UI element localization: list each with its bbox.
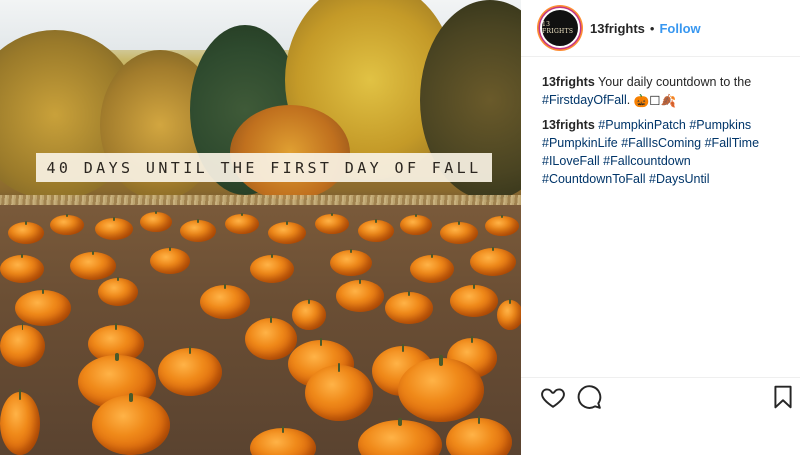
pumpkin [358,219,394,242]
pumpkin [15,288,71,326]
avatar[interactable]: 13 FRIGHTS [540,8,580,48]
pumpkin [385,290,433,324]
hashtag-link[interactable]: #PumpkinPatch [598,118,686,132]
pumpkin [250,253,294,283]
pumpkin [292,298,326,330]
caption-author[interactable]: 13frights [542,75,595,89]
pumpkin [440,221,478,244]
pumpkin [450,283,498,317]
separator-dot: • [649,20,655,36]
caption-text-after: . [626,93,631,107]
post-image[interactable]: 40 DAYS UNTIL THE FIRST DAY OF FALL [0,0,521,455]
bookmark-icon[interactable] [770,384,796,410]
heart-icon[interactable] [540,384,566,410]
hashtag-link[interactable]: #PumpkinLife [542,136,618,150]
hashtag-link[interactable]: #CountdownToFall [542,172,646,186]
pumpkin [485,215,519,236]
pumpkin [225,213,259,234]
pumpkin [8,221,44,244]
caption-emoji: 🎃☐🍂 [633,93,677,108]
pumpkin [158,346,222,396]
pumpkin [70,250,116,280]
pumpkin [305,362,373,421]
hashtag-link[interactable]: #FallTime [705,136,759,150]
comment-author[interactable]: 13frights [542,118,595,132]
pumpkin [0,323,45,367]
pumpkin [0,389,40,455]
pumpkin [50,214,84,235]
avatar-text: 13 FRIGHTS [542,21,574,35]
pumpkin [98,276,138,306]
speech-bubble-icon[interactable] [576,384,602,410]
comment: 13frights #PumpkinPatch #Pumpkins #Pumpk… [542,116,796,188]
pumpkin [92,392,170,455]
follow-button[interactable]: Follow [659,21,700,36]
caption-line: 13frights Your daily countdown to the #F… [542,73,796,110]
hashtag-link[interactable]: #Pumpkins [689,118,751,132]
caption: 13frights Your daily countdown to the #F… [542,73,796,194]
pumpkin [330,248,372,276]
hashtag-link[interactable]: #Fallcountdown [603,154,691,168]
pumpkin [315,213,349,234]
pumpkin [410,253,454,283]
hashtag-link[interactable]: #ILoveFall [542,154,600,168]
pumpkin [200,283,250,319]
pumpkin [150,246,190,274]
pumpkin [398,355,484,422]
pumpkin [0,253,44,283]
pumpkin [95,217,133,240]
divider [521,377,800,378]
pumpkin [268,221,306,244]
pumpkin [245,316,297,360]
pumpkin [140,211,172,232]
hashtag-link[interactable]: #DaysUntil [649,172,709,186]
pumpkin [180,219,216,242]
action-bar [540,384,795,412]
hashtag-link[interactable]: #FirstdayOfFall [542,93,627,107]
pumpkin [470,246,516,276]
post-details-panel: 13 FRIGHTS 13frights • Follow 13frights … [521,0,800,455]
pumpkin [497,298,521,330]
post-header: 13 FRIGHTS 13frights • Follow [521,0,800,57]
pumpkin [400,214,432,235]
pumpkin [336,278,384,312]
caption-text: Your daily countdown to the [598,75,752,89]
image-text-banner: 40 DAYS UNTIL THE FIRST DAY OF FALL [36,153,492,182]
username-link[interactable]: 13frights [590,21,645,36]
hashtag-link[interactable]: #FallIsComing [621,136,701,150]
